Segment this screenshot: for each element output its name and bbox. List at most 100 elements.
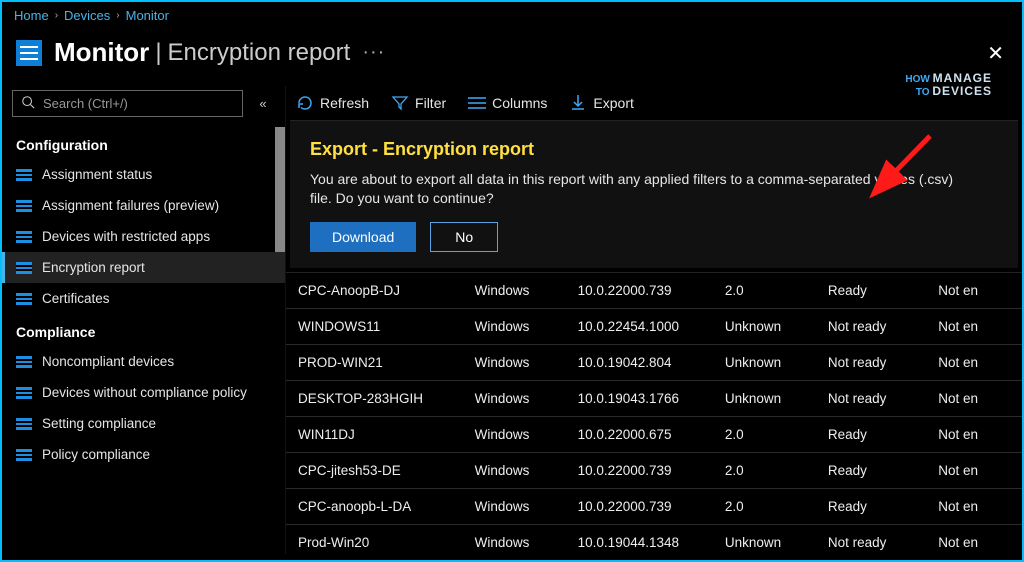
refresh-button[interactable]: Refresh: [296, 94, 369, 112]
toolbar-label: Export: [593, 95, 633, 111]
table-cell: Not ready: [816, 380, 926, 416]
table-cell: Windows: [463, 416, 566, 452]
table-cell: CPC-AnoopB-DJ: [286, 273, 463, 309]
page-title-sep: |: [155, 39, 161, 67]
list-icon: [16, 449, 32, 461]
search-icon: [21, 95, 35, 112]
table-cell: DESKTOP-283HGIH: [286, 380, 463, 416]
list-icon: [16, 387, 32, 399]
section-configuration: Configuration: [2, 127, 285, 159]
download-button[interactable]: Download: [310, 222, 416, 252]
table-cell: Windows: [463, 344, 566, 380]
filter-icon: [391, 94, 409, 112]
nav-assignment-status[interactable]: Assignment status: [2, 159, 285, 190]
table-row[interactable]: PROD-WIN21Windows10.0.19042.804UnknownNo…: [286, 344, 1022, 380]
table-row[interactable]: CPC-jitesh53-DEWindows10.0.22000.7392.0R…: [286, 452, 1022, 488]
table-cell: Unknown: [713, 344, 816, 380]
device-table[interactable]: CPC-AnoopB-DJWindows10.0.22000.7392.0Rea…: [286, 272, 1022, 554]
breadcrumb-monitor[interactable]: Monitor: [126, 8, 169, 23]
table-cell: CPC-jitesh53-DE: [286, 452, 463, 488]
table-row[interactable]: Prod-Win20Windows10.0.19044.1348UnknownN…: [286, 524, 1022, 554]
toolbar-label: Columns: [492, 95, 547, 111]
nav-encryption-report[interactable]: Encryption report: [2, 252, 285, 283]
close-button[interactable]: ✕: [987, 41, 1004, 66]
table-row[interactable]: CPC-AnoopB-DJWindows10.0.22000.7392.0Rea…: [286, 273, 1022, 309]
columns-icon: [468, 94, 486, 112]
table-row[interactable]: WIN11DJWindows10.0.22000.6752.0ReadyNot …: [286, 416, 1022, 452]
table-cell: Windows: [463, 308, 566, 344]
table-cell: Windows: [463, 452, 566, 488]
table-cell: 10.0.19043.1766: [566, 380, 713, 416]
nav-label: Encryption report: [42, 260, 145, 275]
export-button[interactable]: Export: [569, 94, 633, 112]
table-cell: 2.0: [713, 273, 816, 309]
table-row[interactable]: DESKTOP-283HGIHWindows10.0.19043.1766Unk…: [286, 380, 1022, 416]
chevron-right-icon: ›: [55, 10, 58, 21]
table-cell: Not en: [926, 380, 1022, 416]
table-cell: Not en: [926, 524, 1022, 554]
table-cell: 10.0.19042.804: [566, 344, 713, 380]
table-cell: 10.0.22000.739: [566, 273, 713, 309]
table-cell: Not ready: [816, 344, 926, 380]
refresh-icon: [296, 94, 314, 112]
search-input[interactable]: Search (Ctrl+/): [12, 90, 243, 117]
watermark-logo: HOW MANAGE TO DEVICES: [905, 72, 992, 98]
sidebar-nav[interactable]: Configuration Assignment status Assignme…: [2, 127, 285, 554]
table-cell: 2.0: [713, 488, 816, 524]
monitor-tile-icon: [16, 40, 42, 66]
nav-label: Policy compliance: [42, 447, 150, 462]
table-cell: Unknown: [713, 524, 816, 554]
download-icon: [569, 94, 587, 112]
table-cell: WIN11DJ: [286, 416, 463, 452]
nav-label: Devices with restricted apps: [42, 229, 210, 244]
list-icon: [16, 262, 32, 274]
table-cell: Windows: [463, 380, 566, 416]
table-cell: Not en: [926, 416, 1022, 452]
sidebar: Search (Ctrl+/) « Configuration Assignme…: [2, 86, 286, 554]
nav-devices-no-compliance-policy[interactable]: Devices without compliance policy: [2, 377, 285, 408]
nav-devices-restricted-apps[interactable]: Devices with restricted apps: [2, 221, 285, 252]
list-icon: [16, 169, 32, 181]
list-icon: [16, 418, 32, 430]
nav-label: Setting compliance: [42, 416, 156, 431]
search-placeholder: Search (Ctrl+/): [43, 96, 128, 111]
list-icon: [16, 293, 32, 305]
table-cell: Not en: [926, 308, 1022, 344]
table-cell: Not en: [926, 452, 1022, 488]
nav-label: Assignment failures (preview): [42, 198, 219, 213]
breadcrumb-devices[interactable]: Devices: [64, 8, 110, 23]
nav-label: Noncompliant devices: [42, 354, 174, 369]
page-title-sub: Encryption report: [168, 39, 351, 67]
nav-label: Assignment status: [42, 167, 152, 182]
no-button[interactable]: No: [430, 222, 498, 252]
table-cell: 10.0.22000.739: [566, 488, 713, 524]
table-cell: 10.0.19044.1348: [566, 524, 713, 554]
collapse-sidebar-button[interactable]: «: [251, 92, 275, 116]
nav-assignment-failures[interactable]: Assignment failures (preview): [2, 190, 285, 221]
table-cell: Not ready: [816, 524, 926, 554]
nav-setting-compliance[interactable]: Setting compliance: [2, 408, 285, 439]
dialog-text: You are about to export all data in this…: [310, 170, 970, 208]
table-cell: Ready: [816, 416, 926, 452]
chevron-right-icon: ›: [116, 10, 119, 21]
section-compliance: Compliance: [2, 314, 285, 346]
nav-certificates[interactable]: Certificates: [2, 283, 285, 314]
filter-button[interactable]: Filter: [391, 94, 446, 112]
page-title-main: Monitor: [54, 37, 149, 68]
nav-noncompliant-devices[interactable]: Noncompliant devices: [2, 346, 285, 377]
list-icon: [16, 356, 32, 368]
nav-label: Devices without compliance policy: [42, 385, 247, 400]
breadcrumb-home[interactable]: Home: [14, 8, 49, 23]
nav-policy-compliance[interactable]: Policy compliance: [2, 439, 285, 470]
table-cell: WINDOWS11: [286, 308, 463, 344]
table-cell: Unknown: [713, 308, 816, 344]
list-icon: [16, 200, 32, 212]
table-cell: Windows: [463, 524, 566, 554]
more-button[interactable]: ···: [362, 41, 385, 64]
toolbar-label: Refresh: [320, 95, 369, 111]
columns-button[interactable]: Columns: [468, 94, 547, 112]
table-row[interactable]: CPC-anoopb-L-DAWindows10.0.22000.7392.0R…: [286, 488, 1022, 524]
table-row[interactable]: WINDOWS11Windows10.0.22454.1000UnknownNo…: [286, 308, 1022, 344]
nav-label: Certificates: [42, 291, 110, 306]
table-cell: Ready: [816, 452, 926, 488]
